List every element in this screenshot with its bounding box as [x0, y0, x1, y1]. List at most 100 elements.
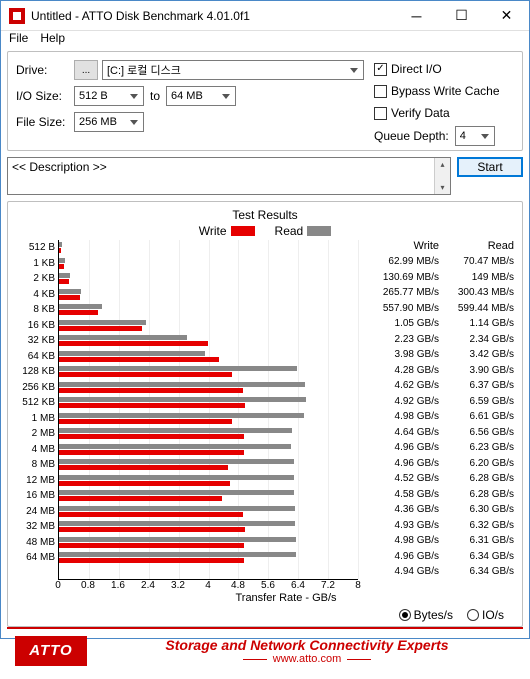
x-tick: 5.6: [261, 580, 275, 591]
legend-write-swatch: [231, 226, 255, 236]
y-label: 64 MB: [16, 550, 55, 566]
write-bar: [59, 295, 80, 300]
y-label: 8 KB: [16, 302, 55, 318]
read-bar: [59, 444, 291, 449]
bar-row: [59, 519, 358, 535]
write-bar: [59, 372, 232, 377]
bar-row: [59, 473, 358, 489]
legend-read-swatch: [307, 226, 331, 236]
maximize-button[interactable]: ☐: [439, 1, 484, 31]
results-title: Test Results: [16, 208, 514, 222]
bar-row: [59, 240, 358, 256]
bar-row: [59, 380, 358, 396]
file-size-label: File Size:: [16, 115, 74, 129]
read-bar: [59, 537, 296, 542]
results-panel: Test Results Write Read 512 B1 KB2 KB4 K…: [7, 201, 523, 627]
footer-url[interactable]: www.atto.com: [243, 653, 371, 665]
bar-row: [59, 457, 358, 473]
read-bar: [59, 459, 294, 464]
to-label: to: [150, 89, 160, 103]
y-label: 4 KB: [16, 287, 55, 303]
start-button[interactable]: Start: [457, 157, 523, 177]
titlebar: Untitled - ATTO Disk Benchmark 4.01.0f1 …: [1, 1, 529, 31]
bar-row: [59, 442, 358, 458]
menu-help[interactable]: Help: [40, 31, 65, 45]
ios-label: IO/s: [482, 608, 504, 622]
value-row: 62.99 MB/s70.47 MB/s: [364, 254, 514, 270]
read-bar: [59, 351, 205, 356]
ios-radio[interactable]: [467, 609, 479, 621]
write-bar: [59, 388, 243, 393]
bar-row: [59, 333, 358, 349]
values-table: 62.99 MB/s70.47 MB/s130.69 MB/s149 MB/s2…: [364, 254, 514, 580]
file-size-select[interactable]: 256 MB: [74, 112, 144, 132]
read-bar: [59, 428, 292, 433]
y-label: 128 KB: [16, 364, 55, 380]
write-bar: [59, 543, 244, 548]
read-bar: [59, 521, 295, 526]
menu-file[interactable]: File: [9, 31, 28, 45]
bar-row: [59, 488, 358, 504]
browse-button[interactable]: ...: [74, 60, 98, 80]
app-icon: [9, 8, 25, 24]
description-scrollbar[interactable]: ▴▾: [434, 158, 450, 194]
write-bar: [59, 248, 61, 253]
read-bar: [59, 258, 65, 263]
verify-data-label: Verify Data: [391, 106, 450, 120]
x-tick: 1.6: [111, 580, 125, 591]
y-label: 24 MB: [16, 504, 55, 520]
bar-row: [59, 256, 358, 272]
y-label: 32 KB: [16, 333, 55, 349]
write-bar: [59, 496, 222, 501]
bar-row: [59, 318, 358, 334]
bytes-radio[interactable]: [399, 609, 411, 621]
col-header-write: Write: [364, 240, 439, 254]
queue-depth-label: Queue Depth:: [374, 129, 449, 143]
queue-depth-select[interactable]: 4: [455, 126, 495, 146]
read-bar: [59, 289, 81, 294]
col-header-read: Read: [439, 240, 514, 254]
description-input[interactable]: << Description >> ▴▾: [7, 157, 451, 195]
bar-row: [59, 302, 358, 318]
io-size-to-select[interactable]: 64 MB: [166, 86, 236, 106]
bar-row: [59, 550, 358, 566]
direct-io-label: Direct I/O: [391, 62, 442, 76]
write-bar: [59, 326, 142, 331]
x-tick: 6.4: [291, 580, 305, 591]
chart-bars: [58, 240, 358, 580]
bypass-cache-checkbox[interactable]: [374, 85, 387, 98]
y-label: 12 MB: [16, 473, 55, 489]
value-row: 2.23 GB/s2.34 GB/s: [364, 332, 514, 348]
chart-y-labels: 512 B1 KB2 KB4 KB8 KB16 KB32 KB64 KB128 …: [16, 240, 58, 580]
write-bar: [59, 512, 243, 517]
verify-data-checkbox[interactable]: [374, 107, 387, 120]
app-window: Untitled - ATTO Disk Benchmark 4.01.0f1 …: [0, 0, 530, 639]
y-label: 2 MB: [16, 426, 55, 442]
read-bar: [59, 273, 70, 278]
minimize-button[interactable]: ─: [394, 1, 439, 31]
value-row: 4.28 GB/s3.90 GB/s: [364, 363, 514, 379]
bar-row: [59, 287, 358, 303]
value-row: 4.64 GB/s6.56 GB/s: [364, 425, 514, 441]
direct-io-checkbox[interactable]: [374, 63, 387, 76]
write-bar: [59, 310, 98, 315]
atto-logo: ATTO: [15, 636, 87, 666]
io-size-from-select[interactable]: 512 B: [74, 86, 144, 106]
y-label: 256 KB: [16, 380, 55, 396]
close-button[interactable]: ✕: [484, 1, 529, 31]
value-row: 265.77 MB/s300.43 MB/s: [364, 285, 514, 301]
value-row: 4.98 GB/s6.61 GB/s: [364, 409, 514, 425]
value-row: 4.96 GB/s6.20 GB/s: [364, 456, 514, 472]
value-row: 4.96 GB/s6.23 GB/s: [364, 440, 514, 456]
write-bar: [59, 341, 208, 346]
io-size-label: I/O Size:: [16, 89, 74, 103]
bar-row: [59, 411, 358, 427]
bar-row: [59, 535, 358, 551]
value-row: 4.52 GB/s6.28 GB/s: [364, 471, 514, 487]
bar-row: [59, 364, 358, 380]
bar-row: [59, 504, 358, 520]
y-label: 16 KB: [16, 318, 55, 334]
y-label: 1 KB: [16, 256, 55, 272]
settings-panel: Drive: ... [C:] 로컬 디스크 I/O Size: 512 B t…: [7, 51, 523, 151]
drive-select[interactable]: [C:] 로컬 디스크: [102, 60, 364, 80]
